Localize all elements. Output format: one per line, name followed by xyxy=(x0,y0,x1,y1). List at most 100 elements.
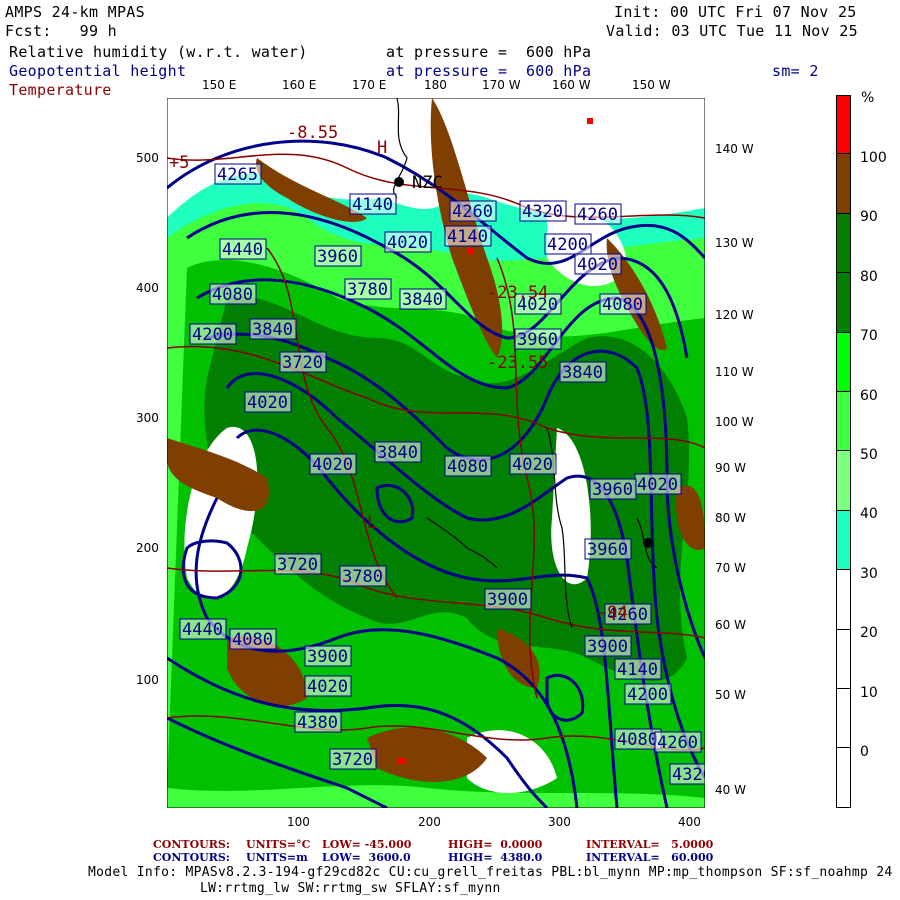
contour-label: 3840 xyxy=(252,320,293,340)
contour-label: 4080 xyxy=(617,730,658,750)
model-info: Model Info: MPASv8.2.3-194-gf29cd82c CU:… xyxy=(88,865,893,880)
right-longitude-label: 90 W xyxy=(715,461,746,475)
contour-label: 3900 xyxy=(307,647,348,667)
right-longitude-label: 120 W xyxy=(715,308,754,322)
right-longitude-label: 100 W xyxy=(715,415,754,429)
contour-label: 4320 xyxy=(672,765,705,785)
map-marker: NZC xyxy=(412,173,443,193)
height-contours-low: LOW= 3600.0 xyxy=(322,851,411,864)
contour-label: 4020 xyxy=(307,677,348,697)
contour-label: 4020 xyxy=(637,475,678,495)
colorbar-label: 100 xyxy=(860,150,887,166)
contour-label: 4020 xyxy=(512,455,553,475)
contour-label: 3720 xyxy=(277,555,318,575)
top-longitude-label: 180 xyxy=(424,78,447,92)
contour-label: 3960 xyxy=(517,330,558,350)
contour-label: 3840 xyxy=(402,290,443,310)
contour-label: 4260 xyxy=(657,733,698,753)
map-marker: -23.54 xyxy=(487,283,548,303)
contour-label: 4140 xyxy=(617,660,658,680)
colorbar-swatch xyxy=(836,95,851,155)
field-height-name: Geopotential height xyxy=(9,62,187,80)
right-longitude-label: 140 W xyxy=(715,142,754,156)
colorbar-label: 60 xyxy=(860,387,878,404)
temp-contours-low: LOW= -45.000 xyxy=(322,838,412,851)
contour-label: 3840 xyxy=(377,443,418,463)
y-axis-tick-label: 100 xyxy=(136,673,159,687)
colorbar-label: 0 xyxy=(860,744,869,760)
colorbar-swatch xyxy=(836,629,851,689)
init-time: Init: 00 UTC Fri 07 Nov 25 xyxy=(614,3,857,21)
x-axis-tick-label: 300 xyxy=(548,815,571,829)
map-marker: -8.55 xyxy=(287,123,338,143)
colorbar-label: 50 xyxy=(860,447,878,463)
top-longitude-label: 170 E xyxy=(352,78,387,92)
height-contours-label: CONTOURS: xyxy=(153,851,230,864)
colorbar-label: 80 xyxy=(860,268,878,285)
temp-contours-units: UNITS=°C xyxy=(246,838,311,851)
top-longitude-label: 170 W xyxy=(482,78,521,92)
top-longitude-label: 150 W xyxy=(632,78,671,92)
contour-label: 3900 xyxy=(587,637,628,657)
colorbar-swatch xyxy=(836,748,851,808)
field-rh-name: Relative humidity (w.r.t. water) xyxy=(9,43,308,61)
colorbar-swatch xyxy=(836,391,851,452)
contour-label: 3960 xyxy=(592,480,633,500)
temp-contours-interval: INTERVAL= 5.0000 xyxy=(586,838,714,851)
contour-label: 4260 xyxy=(577,205,618,225)
contour-label: 3720 xyxy=(332,750,373,770)
contour-label: 4320 xyxy=(522,202,563,222)
colorbar-label: 20 xyxy=(860,625,878,642)
contour-label: 4440 xyxy=(182,620,223,640)
contour-label: 4440 xyxy=(222,240,263,260)
x-axis-tick-label: 400 xyxy=(678,815,701,829)
height-contours-high: HIGH= 4380.0 xyxy=(448,851,543,864)
contour-label: 3960 xyxy=(317,247,358,267)
contour-label: 3900 xyxy=(487,590,528,610)
field-rh-level: at pressure = 600 hPa xyxy=(386,43,592,61)
colorbar-swatch xyxy=(836,570,851,630)
field-temp-name: Temperature xyxy=(9,81,112,99)
contour-label: 3720 xyxy=(282,353,323,373)
height-contours-units: UNITS=m xyxy=(246,851,308,864)
contour-label: 4020 xyxy=(247,393,288,413)
colorbar-swatch xyxy=(836,688,851,749)
colorbar-swatch xyxy=(836,273,851,333)
contour-label: 4020 xyxy=(387,233,428,253)
y-axis-tick-label: 500 xyxy=(136,151,159,165)
contour-label: 4080 xyxy=(232,630,273,650)
colorbar-label: 30 xyxy=(860,565,878,582)
colorbar xyxy=(836,95,851,808)
right-longitude-label: 50 W xyxy=(715,688,746,702)
y-axis-tick-label: 300 xyxy=(136,411,159,425)
right-longitude-label: 110 W xyxy=(715,365,754,379)
temp-contours-high: HIGH= 0.0000 xyxy=(448,838,543,851)
contour-label: 3960 xyxy=(587,540,628,560)
contour-label: 4265 xyxy=(217,165,258,185)
model-info-physics: LW:rrtmg_lw SW:rrtmg_sw SFLAY:sf_mynn xyxy=(200,881,501,896)
contour-label: 4080 xyxy=(602,295,643,315)
station-dot xyxy=(394,177,404,187)
contour-label: 4380 xyxy=(297,713,338,733)
contour-label: 4080 xyxy=(212,285,253,305)
temp-contours-label: CONTOURS: xyxy=(153,838,230,851)
contour-label: 4140 xyxy=(352,195,393,215)
colorbar-label: 90 xyxy=(860,209,878,226)
top-longitude-label: 150 E xyxy=(202,78,237,92)
contour-label: 4020 xyxy=(312,455,353,475)
forecast-hour: Fcst: 99 h xyxy=(5,22,117,40)
model-title: AMPS 24-km MPAS xyxy=(5,3,145,21)
colorbar-swatch xyxy=(836,510,851,571)
map-marker: -23.55 xyxy=(487,353,548,373)
smoothing-label: sm= 2 xyxy=(772,62,819,80)
x-axis-tick-label: 200 xyxy=(418,815,441,829)
colorbar-swatch xyxy=(836,154,851,214)
map-marker: -94 xyxy=(597,603,628,623)
contour-label: 4200 xyxy=(547,235,588,255)
x-axis-tick-label: 100 xyxy=(287,815,310,829)
contour-label: 3780 xyxy=(347,280,388,300)
y-axis-tick-label: 400 xyxy=(136,281,159,295)
contour-label: 4140 xyxy=(447,227,488,247)
contour-label: 4200 xyxy=(627,685,668,705)
top-longitude-label: 160 W xyxy=(552,78,591,92)
